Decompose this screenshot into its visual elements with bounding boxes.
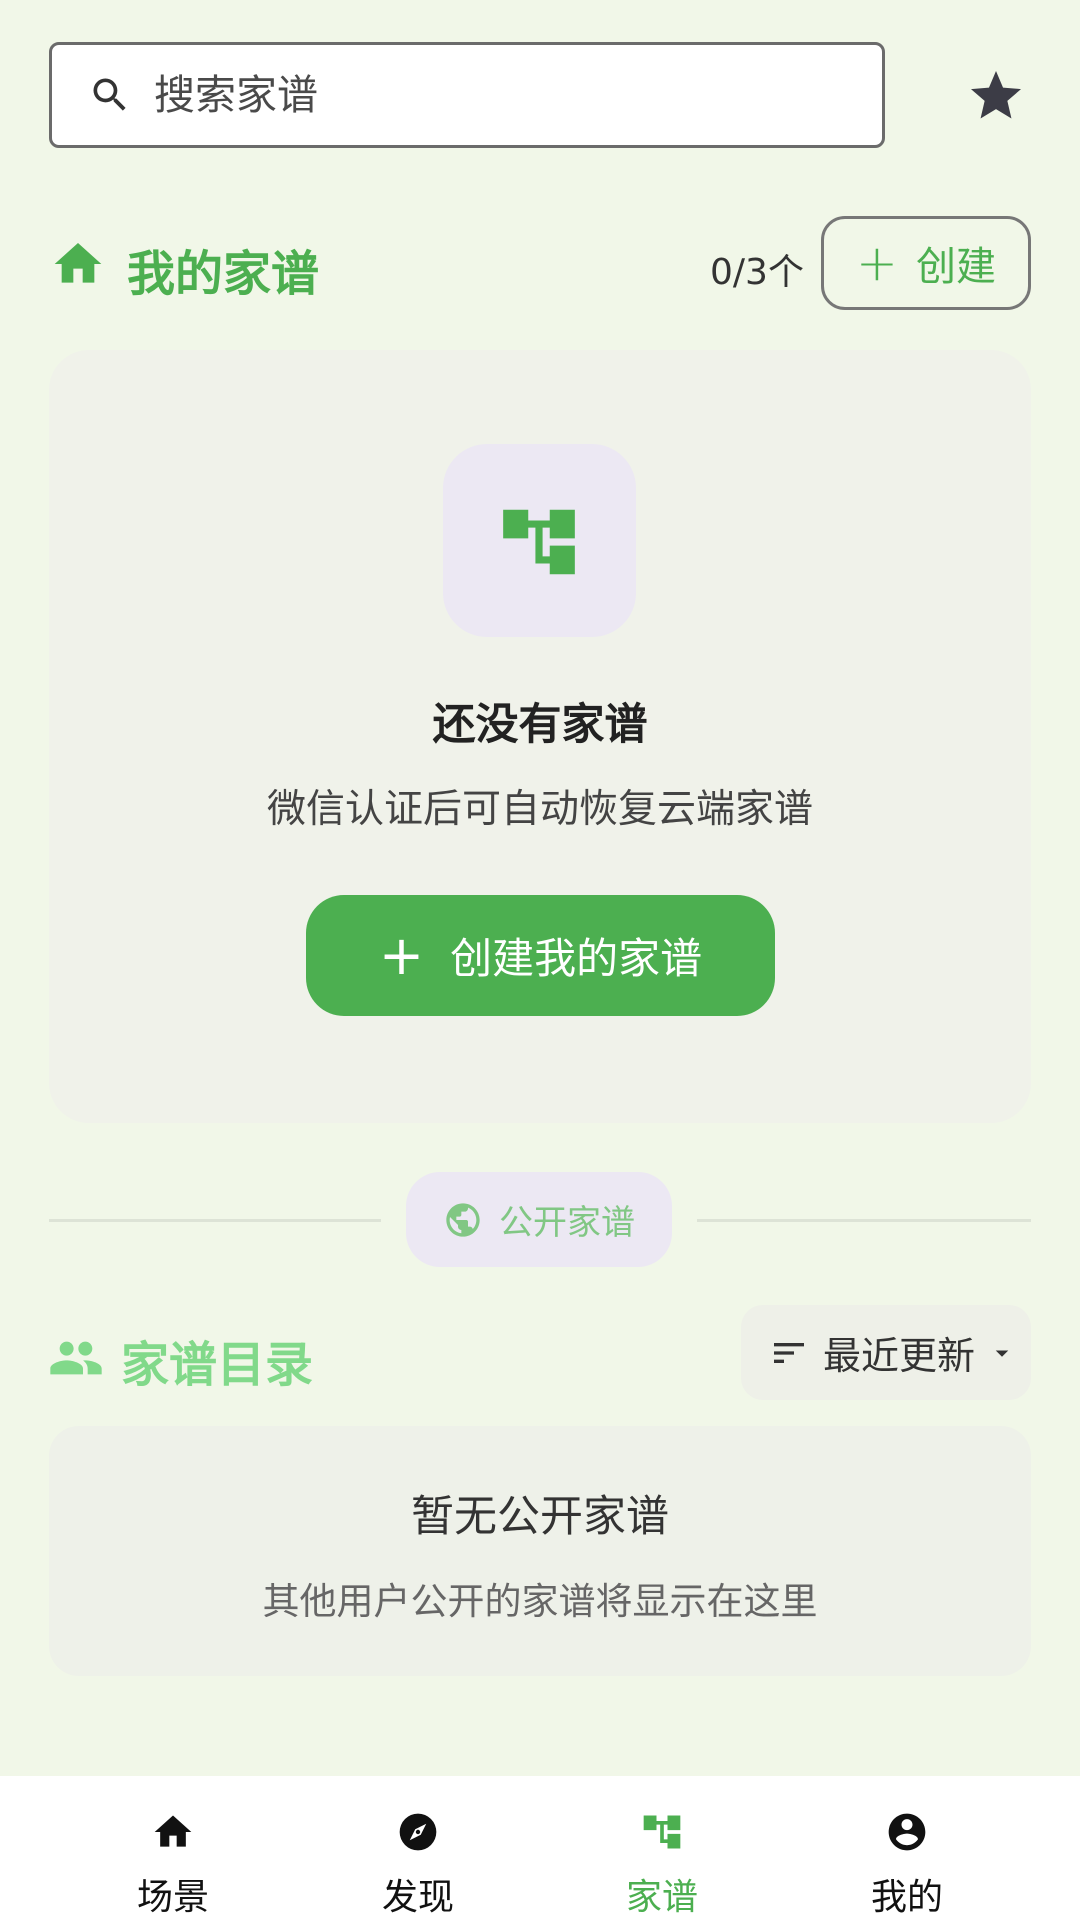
- family-tree-icon: [503, 509, 575, 575]
- public-empty-subtitle: 其他用户公开的家谱将显示在这里: [262, 1580, 818, 1623]
- sort-icon: [774, 1342, 804, 1363]
- compass-icon: [399, 1813, 437, 1851]
- divider-left: [49, 1219, 381, 1222]
- create-my-tree-label: 创建我的家谱: [450, 934, 703, 983]
- create-button-label: 创建: [915, 244, 996, 290]
- nav-item-discover[interactable]: 发现: [318, 1776, 518, 1920]
- my-trees-title: 我的家谱: [127, 246, 320, 302]
- nav-item-scenes[interactable]: 场景: [73, 1776, 273, 1920]
- nav-label-mine: 我的: [870, 1877, 943, 1918]
- plus-icon: +: [856, 234, 898, 292]
- nav-label-family-tree: 家谱: [625, 1877, 698, 1918]
- public-empty-card: [49, 1426, 1031, 1676]
- sort-label: 最近更新: [823, 1334, 976, 1378]
- people-icon: [50, 1341, 102, 1375]
- star-icon[interactable]: [966, 66, 1026, 126]
- public-empty-title: 暂无公开家谱: [411, 1492, 669, 1542]
- chevron-down-icon: [995, 1350, 1009, 1357]
- nav-item-mine[interactable]: 我的: [807, 1776, 1007, 1920]
- globe-icon: [446, 1202, 480, 1237]
- create-button[interactable]: + 创建: [821, 216, 1031, 310]
- create-my-tree-button[interactable]: + 创建我的家谱: [306, 895, 775, 1016]
- search-icon: [93, 78, 126, 111]
- home-icon: [154, 1815, 192, 1847]
- empty-state-subtitle: 微信认证后可自动恢复云端家谱: [266, 787, 813, 832]
- tree-count: 0/3个: [710, 252, 804, 293]
- directory-title: 家谱目录: [121, 1337, 314, 1393]
- home-icon: [54, 243, 102, 283]
- nav-item-family-tree[interactable]: 家谱: [562, 1776, 762, 1920]
- nav-label-scenes: 场景: [136, 1877, 209, 1918]
- public-trees-chip[interactable]: 公开家谱: [406, 1172, 672, 1267]
- family-tree-icon: [643, 1815, 681, 1849]
- search-input[interactable]: [152, 70, 796, 120]
- empty-state-title: 还没有家谱: [432, 700, 648, 750]
- sort-dropdown[interactable]: 最近更新: [741, 1305, 1031, 1400]
- plus-icon: +: [378, 924, 425, 987]
- nav-label-discover: 发现: [381, 1877, 454, 1918]
- search-bar[interactable]: [49, 42, 885, 148]
- public-trees-label: 公开家谱: [499, 1203, 635, 1243]
- divider-right: [697, 1219, 1031, 1222]
- account-circle-icon: [888, 1813, 926, 1851]
